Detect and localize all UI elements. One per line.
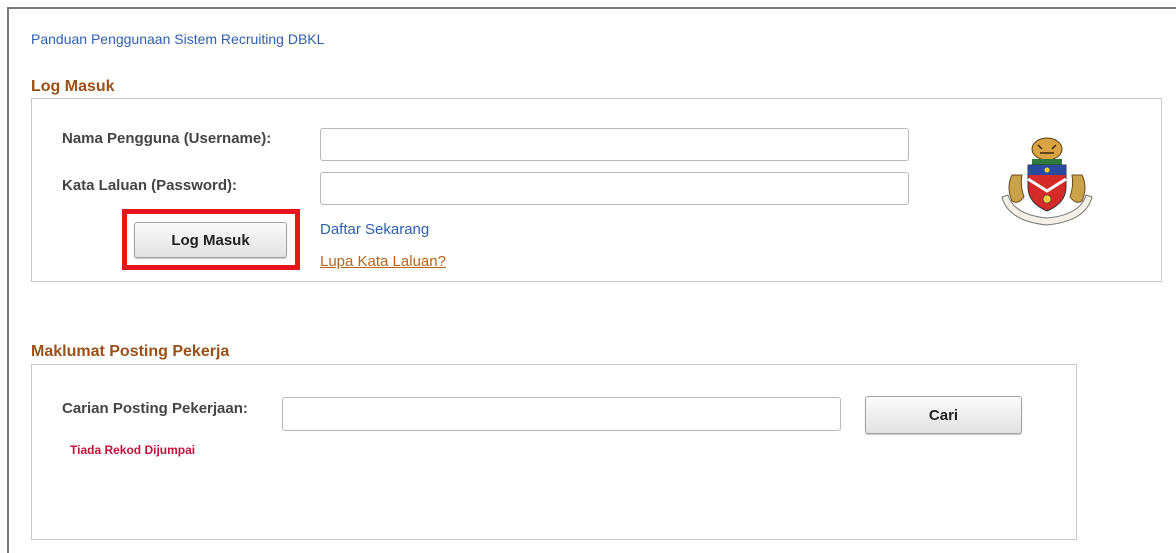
login-panel: Nama Pengguna (Username): Kata Laluan (P… (31, 98, 1162, 282)
register-link[interactable]: Daftar Sekarang (320, 221, 429, 238)
search-button[interactable]: Cari (865, 396, 1022, 434)
jobs-panel: Carian Posting Pekerjaan: Cari Tiada Rek… (31, 364, 1077, 540)
login-button[interactable]: Log Masuk (134, 222, 287, 258)
jobs-section-title: Maklumat Posting Pekerja (31, 343, 230, 360)
job-search-label: Carian Posting Pekerjaan: (62, 400, 248, 417)
dbkl-crest-icon (1001, 137, 1093, 226)
username-label: Nama Pengguna (Username): (62, 130, 272, 147)
user-guide-link[interactable]: Panduan Penggunaan Sistem Recruiting DBK… (31, 31, 324, 47)
login-section-title: Log Masuk (31, 78, 115, 95)
no-record-message: Tiada Rekod Dijumpai (70, 443, 196, 457)
username-input[interactable] (320, 128, 909, 161)
password-input[interactable] (320, 172, 909, 205)
password-label: Kata Laluan (Password): (62, 177, 238, 194)
forgot-password-link[interactable]: Lupa Kata Laluan? (320, 253, 446, 270)
job-search-input[interactable] (282, 397, 841, 431)
